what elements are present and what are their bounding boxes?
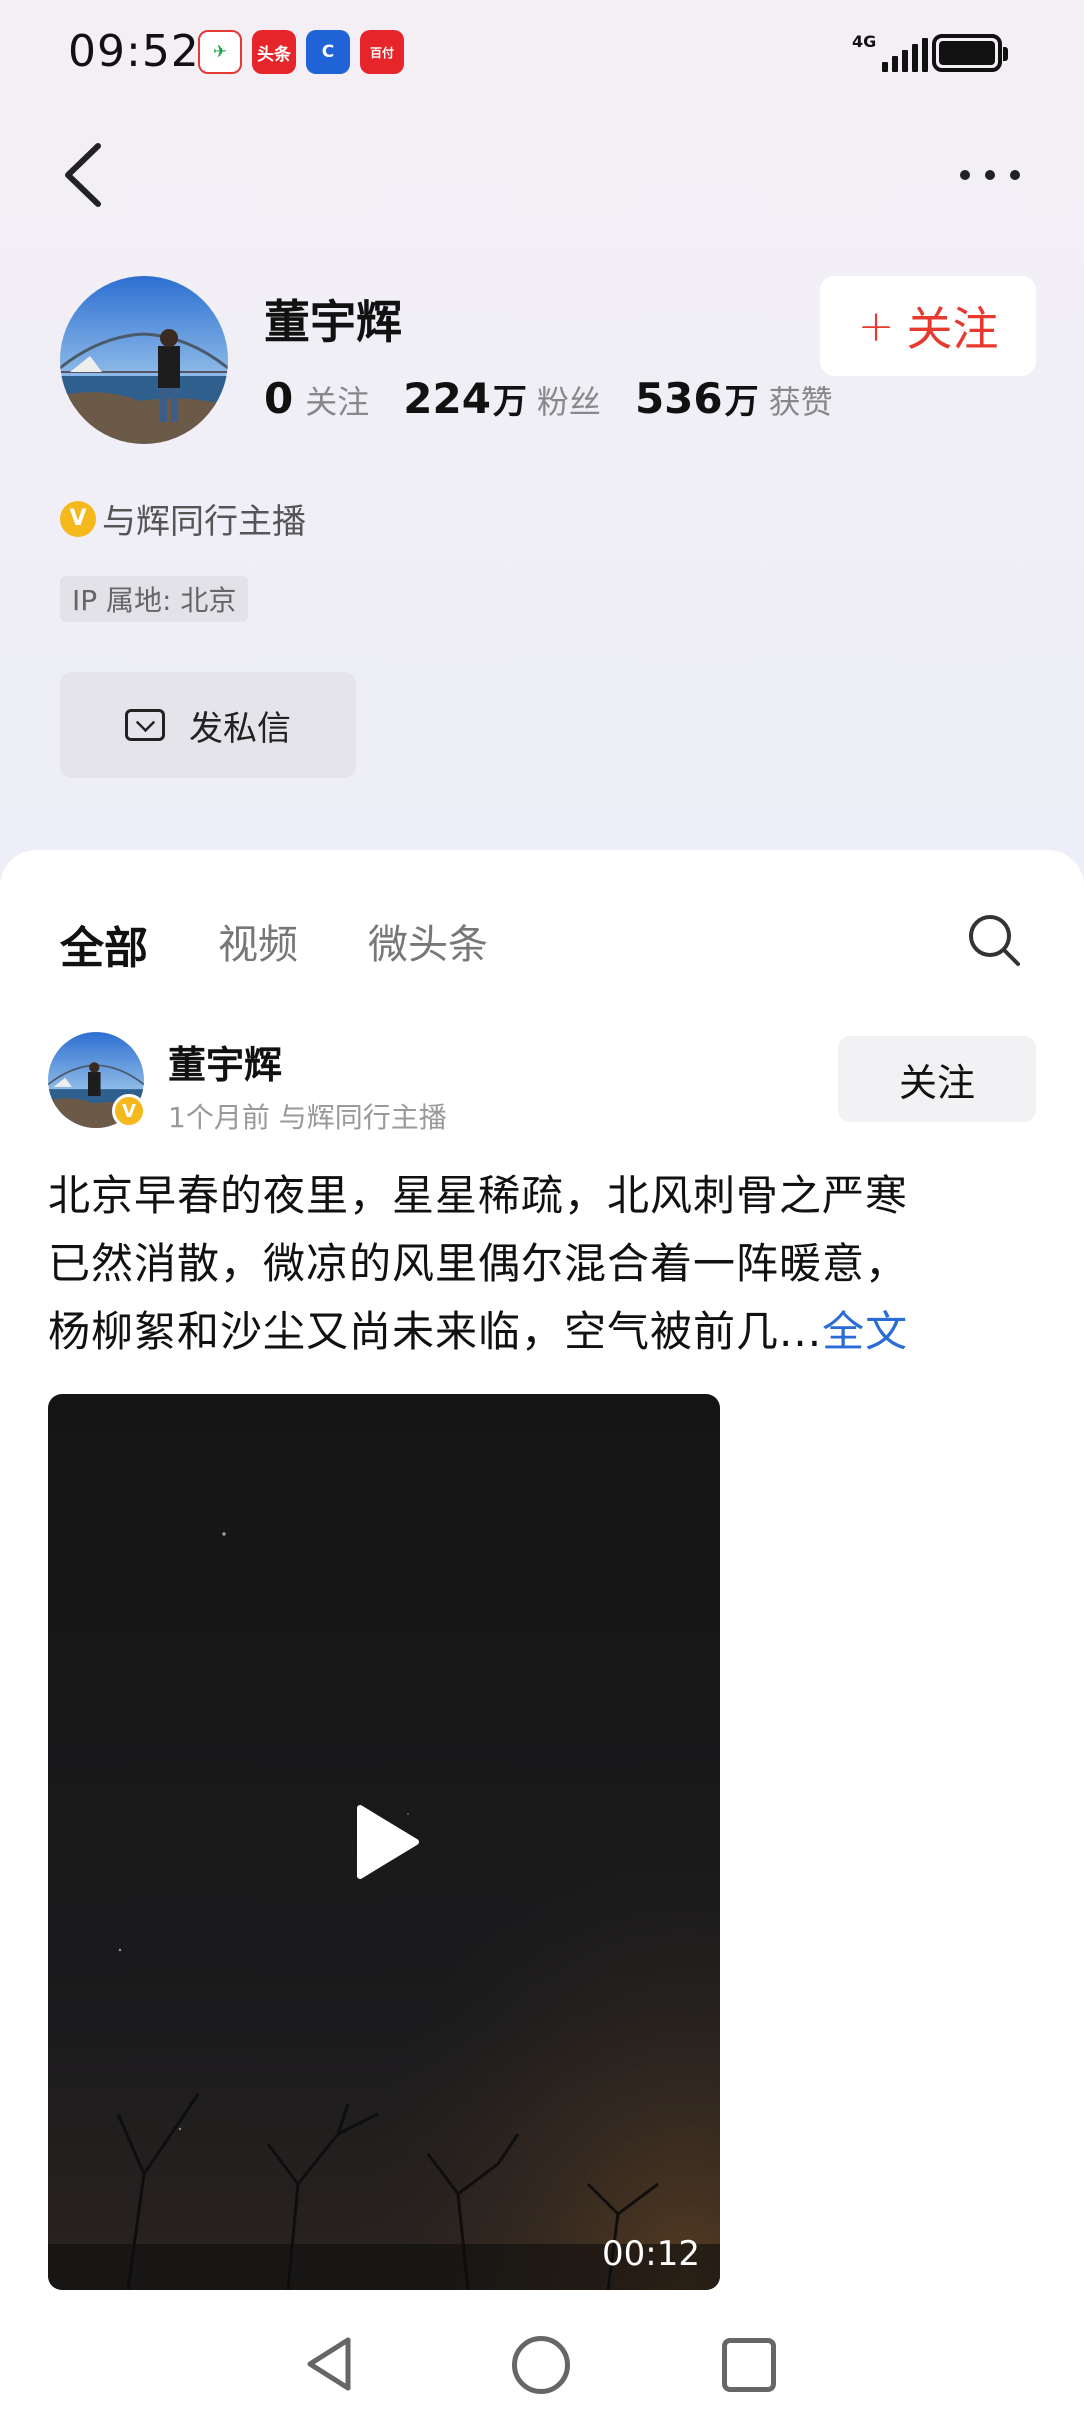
mail-icon	[125, 709, 165, 741]
signal-icon	[882, 36, 928, 72]
baipay-icon: 百付	[360, 30, 404, 74]
followers-label[interactable]: 粉丝	[537, 377, 601, 423]
network-type: 4G	[852, 32, 877, 51]
likes-count: 536	[634, 374, 723, 423]
status-time: 09:52	[68, 26, 200, 77]
followers-count[interactable]: 224	[403, 374, 491, 423]
post-follow-button[interactable]: 关注	[838, 1036, 1036, 1122]
nav-home-icon[interactable]	[512, 2336, 570, 2394]
post-text-line: 杨柳絮和沙尘又尚未来临，空气被前几...全文	[48, 1307, 909, 1356]
verification-text: 与辉同行主播	[102, 502, 306, 542]
avatar[interactable]	[60, 276, 228, 444]
verification-info: V 与辉同行主播	[60, 494, 306, 543]
following-count[interactable]: 0	[264, 374, 293, 423]
post-text-line: 已然消散，微凉的风里偶尔混合着一阵暖意，	[48, 1239, 909, 1288]
more-options-icon[interactable]	[950, 150, 1030, 200]
plus-icon: +	[857, 300, 895, 352]
verified-badge-icon: V	[112, 1094, 146, 1128]
send-message-label: 发私信	[189, 708, 291, 749]
send-message-button[interactable]: 发私信	[60, 672, 356, 778]
ccb-icon: C	[306, 30, 350, 74]
post-author-name[interactable]: 董宇辉	[168, 1034, 282, 1089]
profile-name: 董宇辉	[264, 295, 402, 349]
post-text-line: 北京早春的夜里，星星稀疏，北风刺骨之严寒	[48, 1171, 909, 1220]
play-icon[interactable]	[352, 1802, 422, 1882]
content-tabs: 全部 视频 微头条	[60, 912, 488, 976]
back-icon[interactable]	[58, 140, 118, 210]
tab-all[interactable]: 全部	[60, 912, 148, 976]
nav-recent-apps-icon[interactable]	[722, 2338, 776, 2392]
post-text[interactable]: 北京早春的夜里，星星稀疏，北风刺骨之严寒 已然消散，微凉的风里偶尔混合着一阵暖意…	[48, 1162, 1038, 1366]
video-duration: 00:12	[602, 2234, 700, 2274]
search-icon[interactable]	[966, 912, 1022, 968]
follow-button-label: 关注	[906, 302, 999, 356]
follow-button[interactable]: + 关注	[820, 276, 1036, 376]
nav-back-icon[interactable]	[300, 2334, 360, 2394]
tab-micro-headlines[interactable]: 微头条	[368, 912, 488, 976]
following-label[interactable]: 关注	[305, 377, 369, 423]
profile-stats: 0 关注 224 万粉丝 536 万获赞	[264, 374, 833, 423]
toutiao-icon: 头条	[252, 30, 296, 74]
likes-label: 获赞	[768, 383, 833, 421]
tab-video[interactable]: 视频	[218, 912, 298, 976]
verified-badge-icon: V	[60, 500, 96, 537]
post-meta: 1个月前 与辉同行主播	[168, 1101, 447, 1134]
battery-icon	[932, 34, 1008, 72]
ip-location: IP 属地: 北京	[60, 576, 249, 622]
china-mobile-icon: ✈	[198, 30, 242, 74]
full-text-link[interactable]: 全文	[822, 1307, 908, 1356]
